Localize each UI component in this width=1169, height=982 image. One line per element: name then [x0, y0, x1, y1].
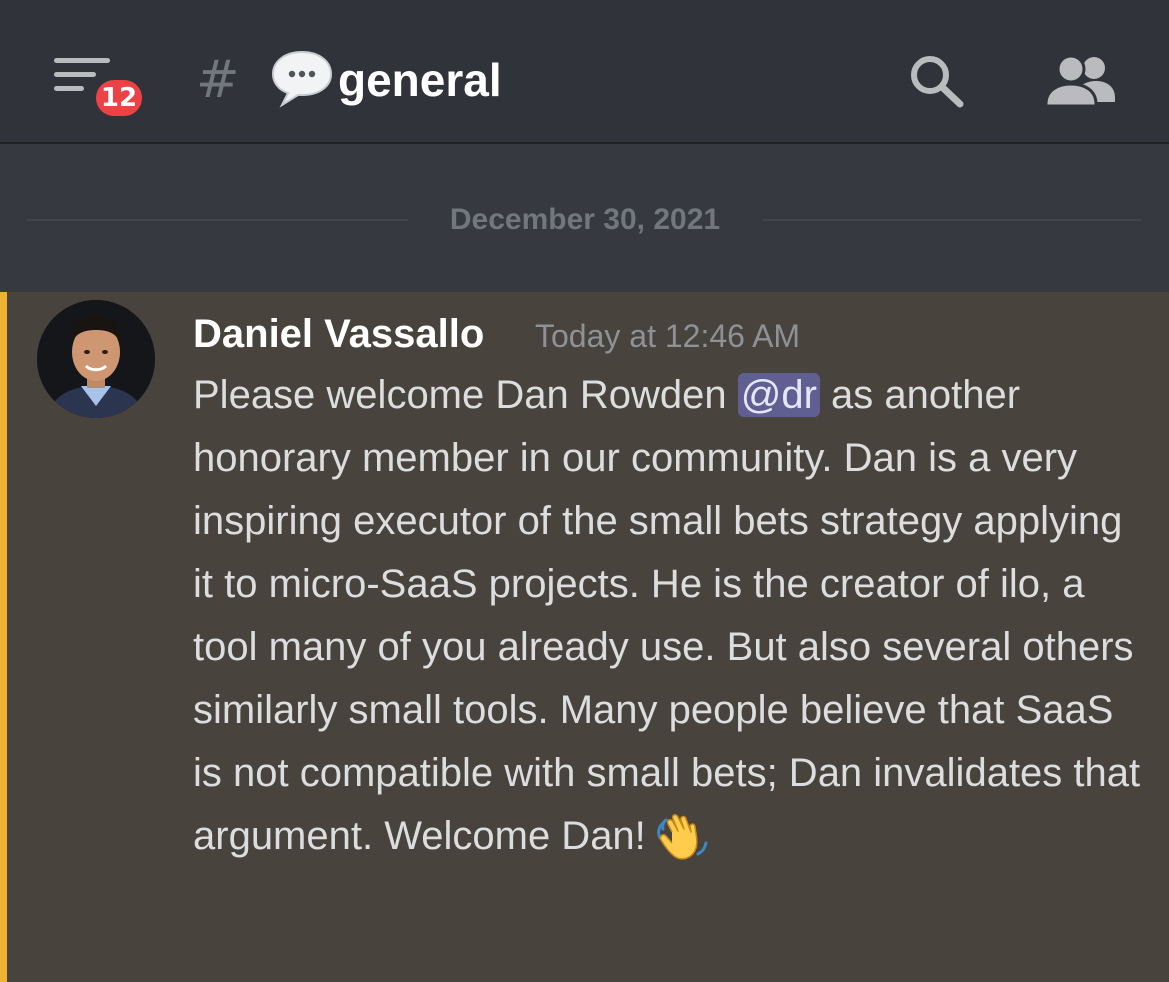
- date-divider-line-right: [762, 219, 1142, 221]
- members-icon[interactable]: [1044, 52, 1116, 108]
- channel-header: 12 # general: [0, 0, 1169, 144]
- search-icon[interactable]: [906, 52, 966, 108]
- channel-name[interactable]: general: [338, 48, 502, 112]
- message-content: Please welcome Dan Rowden @dr as another…: [193, 364, 1143, 868]
- message-text-part: Please welcome Dan Rowden: [193, 373, 738, 417]
- speech-bubble-icon: [271, 50, 333, 108]
- date-divider-line-left: [26, 219, 408, 221]
- message-timestamp: Today at 12:46 AM: [535, 318, 801, 354]
- message-author[interactable]: Daniel Vassallo: [193, 308, 484, 360]
- unread-badge: 12: [92, 76, 146, 120]
- message-text-part: as another honorary member in our commun…: [193, 373, 1141, 858]
- avatar[interactable]: [37, 300, 155, 418]
- date-divider: December 30, 2021: [449, 203, 721, 236]
- channel-hash-icon: #: [196, 50, 240, 110]
- highlighted-message[interactable]: Daniel Vassallo Today at 12:46 AM Please…: [0, 292, 1169, 982]
- avatar-image: [37, 300, 155, 418]
- waving-hand-icon: [656, 814, 708, 860]
- user-mention[interactable]: @dr: [737, 373, 820, 417]
